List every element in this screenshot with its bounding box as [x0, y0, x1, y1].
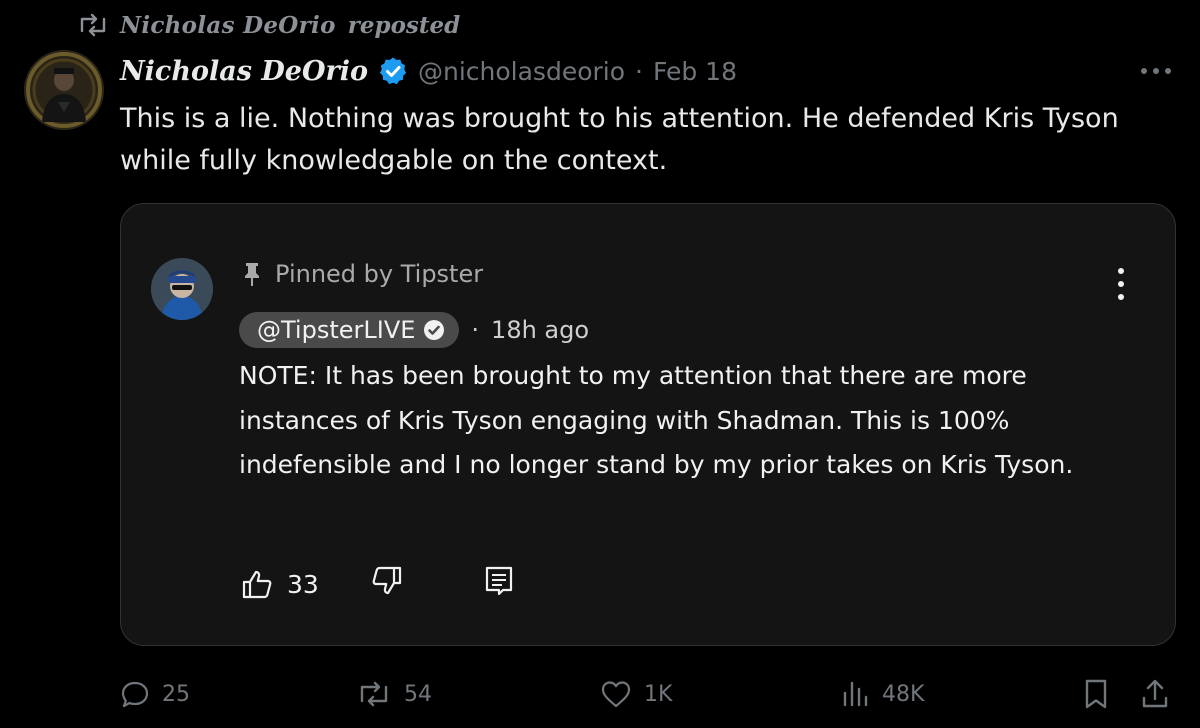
vertical-ellipsis-icon — [1118, 268, 1124, 300]
pinned-indicator: Pinned by Tipster — [243, 256, 483, 292]
like-button[interactable]: 1K — [600, 672, 672, 716]
view-count: 48K — [882, 681, 925, 707]
repost-icon — [360, 681, 388, 707]
repost-user-name[interactable]: Nicholas DeOrio — [120, 12, 336, 39]
bookmark-icon — [1085, 679, 1107, 709]
verified-badge-icon — [379, 57, 407, 85]
ellipsis-icon — [1141, 68, 1171, 74]
quote-time: 18h ago — [491, 316, 590, 344]
quote-like-count: 33 — [287, 569, 319, 599]
repost-indicator[interactable]: Nicholas DeOrio reposted — [78, 8, 460, 42]
author-handle[interactable]: @nicholasdeorio — [418, 57, 625, 86]
repost-count: 54 — [404, 681, 432, 707]
quote-separator: · — [471, 316, 480, 344]
post-date[interactable]: Feb 18 — [653, 57, 737, 86]
share-icon — [1142, 679, 1168, 708]
engagement-bar: 25 54 1K 48K — [0, 672, 1200, 716]
thumbs-down-icon — [372, 566, 401, 595]
avatar-image — [151, 258, 213, 320]
quote-like-button[interactable]: 33 — [241, 568, 319, 600]
quote-more-options-button[interactable] — [1113, 266, 1129, 302]
pinned-label: Pinned by Tipster — [275, 260, 484, 288]
like-count: 1K — [644, 681, 673, 707]
avatar[interactable] — [24, 50, 104, 130]
avatar-image — [24, 50, 104, 130]
quote-comments-button[interactable] — [483, 565, 515, 603]
quote-actions: 33 — [241, 564, 515, 604]
views-button[interactable]: 48K — [840, 672, 924, 716]
post-header: Nicholas DeOrio @nicholasdeorio · Feb 18 — [120, 50, 737, 92]
post-text: This is a lie. Nothing was brought to hi… — [120, 103, 1119, 176]
quote-handle: @TipsterLIVE — [257, 316, 416, 344]
analytics-icon — [843, 681, 868, 707]
quote-handle-chip[interactable]: @TipsterLIVE — [239, 312, 460, 348]
quote-meta: @TipsterLIVE · 18h ago — [239, 312, 589, 348]
quote-text: NOTE: It has been brought to my attentio… — [239, 361, 1074, 479]
pin-icon — [245, 263, 259, 286]
heart-icon — [601, 681, 631, 708]
reply-button[interactable]: 25 — [120, 672, 190, 716]
bookmark-button[interactable] — [1082, 672, 1110, 716]
reply-count: 25 — [162, 681, 190, 707]
verified-check-icon — [424, 320, 445, 340]
header-separator: · — [635, 56, 643, 86]
comment-icon — [485, 566, 512, 596]
share-button[interactable] — [1140, 672, 1170, 716]
more-options-button[interactable] — [1136, 56, 1176, 86]
repost-icon — [80, 13, 106, 37]
quote-avatar[interactable] — [151, 258, 213, 320]
quoted-comment-card[interactable]: Pinned by Tipster @TipsterLIVE · 18h ago… — [120, 203, 1176, 646]
thumbs-up-icon — [242, 570, 272, 599]
repost-label: reposted — [347, 11, 461, 39]
repost-button[interactable]: 54 — [356, 672, 432, 716]
quote-dislike-button[interactable] — [371, 565, 403, 603]
reply-icon — [121, 681, 149, 708]
author-name[interactable]: Nicholas DeOrio — [120, 56, 368, 87]
